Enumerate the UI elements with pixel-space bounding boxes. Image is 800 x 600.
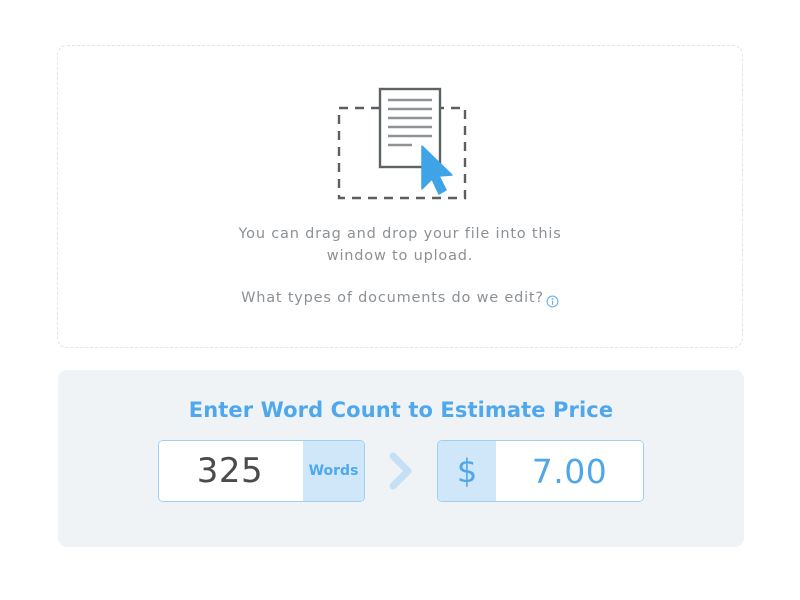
word-count-field[interactable]: Words — [158, 440, 365, 502]
dropzone-instruction-line1: You can drag and drop your file into thi… — [238, 226, 562, 242]
currency-symbol: $ — [438, 441, 496, 501]
document-drag-drop-icon — [330, 86, 470, 201]
word-count-suffix-label: Words — [303, 441, 364, 501]
document-types-help-link[interactable]: What types of documents do we edit? — [241, 287, 559, 309]
estimator-controls-row: Words $ 7.00 — [58, 440, 744, 502]
upload-price-estimator-page: You can drag and drop your file into thi… — [0, 0, 800, 600]
dropzone-instruction: You can drag and drop your file into thi… — [238, 223, 561, 267]
chevron-right-icon — [379, 440, 423, 502]
estimated-price-field: $ 7.00 — [437, 440, 644, 502]
file-dropzone[interactable]: You can drag and drop your file into thi… — [57, 45, 743, 348]
estimator-title: Enter Word Count to Estimate Price — [188, 398, 614, 422]
document-types-help-label: What types of documents do we edit? — [241, 290, 544, 306]
estimated-price-value: 7.00 — [496, 441, 643, 501]
dropzone-instruction-line2: window to upload. — [326, 248, 474, 264]
price-estimator-panel: Enter Word Count to Estimate Price Words… — [58, 370, 744, 547]
info-circle-icon[interactable] — [546, 293, 559, 307]
word-count-input[interactable] — [159, 441, 303, 501]
